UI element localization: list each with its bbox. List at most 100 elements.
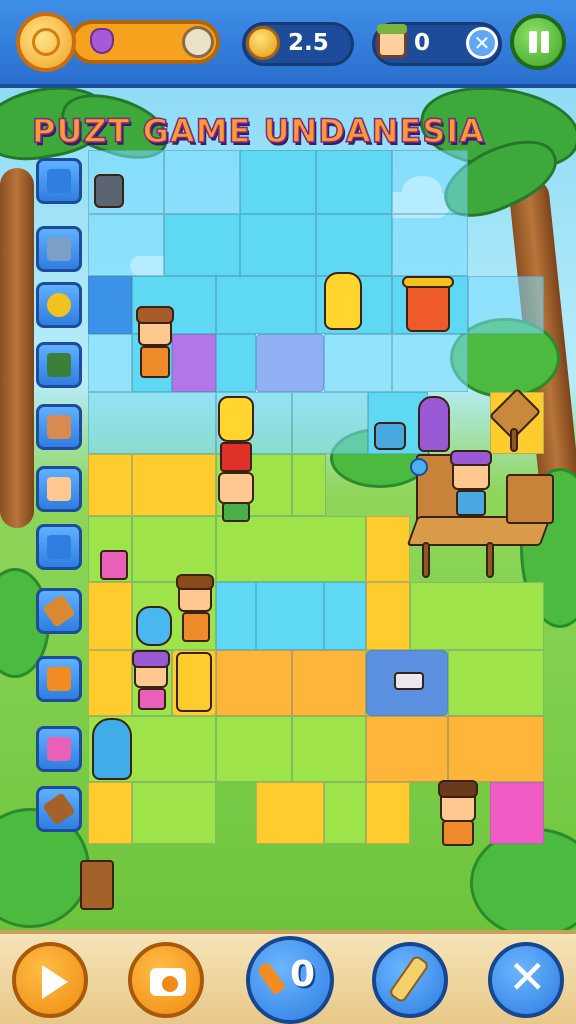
close-icon[interactable]: ✕: [466, 27, 498, 59]
blue-spiky-creature[interactable]: [134, 604, 174, 648]
grid-cell[interactable]: [410, 582, 544, 650]
plank-icon: [47, 353, 71, 377]
villager-character[interactable]: [424, 780, 492, 850]
coin-count: 2.5: [288, 30, 329, 56]
grid-cell[interactable]: [366, 716, 448, 782]
grid-cell[interactable]: [366, 782, 410, 844]
grid-cell[interactable]: [448, 716, 544, 782]
grid-cell[interactable]: [88, 782, 132, 844]
close-icon: ✕: [508, 950, 547, 1004]
purple-creature[interactable]: [414, 396, 454, 454]
box: [100, 550, 128, 580]
grid-cell[interactable]: [216, 650, 292, 716]
grid-cell[interactable]: [324, 582, 366, 650]
villager-character[interactable]: [132, 306, 178, 390]
seated-character-body: [456, 490, 486, 516]
grid-cell[interactable]: [216, 334, 256, 392]
grid-cell[interactable]: [366, 516, 410, 582]
play-button[interactable]: [12, 942, 88, 1018]
grid-cell[interactable]: [88, 392, 216, 454]
grid-cell[interactable]: [88, 334, 132, 392]
grid-cell[interactable]: [164, 214, 240, 276]
table-leg: [486, 542, 494, 578]
character-body: [442, 820, 474, 846]
sidebar-item[interactable]: [36, 282, 82, 328]
grid-cell[interactable]: [256, 782, 324, 844]
grid-cell[interactable]: [490, 782, 544, 844]
grid-cell[interactable]: [324, 334, 392, 392]
yellow-block[interactable]: [174, 650, 214, 714]
sidebar-item[interactable]: [36, 588, 82, 634]
character-body: [138, 688, 166, 710]
grid-cell[interactable]: [256, 582, 324, 650]
grid-cell[interactable]: [240, 214, 316, 276]
grid-cell[interactable]: [292, 392, 368, 454]
creature-body: [324, 272, 362, 330]
grid-cell[interactable]: [292, 716, 366, 782]
grid-cell[interactable]: [292, 650, 366, 716]
sidebar-item[interactable]: [36, 726, 82, 772]
robot-block[interactable]: [88, 172, 132, 212]
grid-cell[interactable]: [448, 650, 544, 716]
basket: [80, 860, 114, 910]
grid-cell[interactable]: [256, 334, 324, 392]
sidebar-item[interactable]: [36, 466, 82, 512]
sidebar-item[interactable]: [36, 404, 82, 450]
camera-button[interactable]: [128, 942, 204, 1018]
blank-tile-icon: [47, 535, 71, 559]
villager-character[interactable]: [130, 650, 174, 714]
blue-ghost-creature[interactable]: [88, 716, 136, 782]
small-robot[interactable]: [370, 418, 410, 454]
grid-cell[interactable]: [132, 454, 216, 516]
grid-cell[interactable]: [468, 276, 544, 334]
yellow-creature[interactable]: [318, 272, 368, 334]
grid-cell[interactable]: [392, 150, 468, 214]
grid-cell[interactable]: [172, 334, 216, 392]
wooden-sign[interactable]: [488, 387, 542, 454]
grid-cell[interactable]: [164, 150, 240, 214]
grid-cell[interactable]: [88, 454, 132, 516]
grid-cell[interactable]: [316, 214, 392, 276]
sidebar-item[interactable]: [36, 786, 82, 832]
grid-cell[interactable]: [324, 782, 366, 844]
grid-cell[interactable]: [392, 334, 468, 392]
grid-cell[interactable]: [316, 150, 392, 214]
grid-cell[interactable]: [240, 150, 316, 214]
blank-tile-icon: [47, 169, 71, 193]
grid-cell[interactable]: [88, 276, 132, 334]
character-body: [182, 612, 210, 642]
grid-cell[interactable]: [216, 276, 316, 334]
grid-cell[interactable]: [88, 214, 164, 276]
grid-cell[interactable]: [132, 516, 216, 582]
creature-body: [418, 396, 450, 452]
grid-cell[interactable]: [292, 454, 326, 516]
pink-box[interactable]: [100, 550, 128, 580]
sidebar-item[interactable]: [36, 342, 82, 388]
sidebar-item[interactable]: [36, 226, 82, 272]
grid-cell[interactable]: [366, 582, 410, 650]
character-body: [222, 502, 250, 522]
basket-body: [80, 860, 114, 910]
tool-tile[interactable]: [368, 650, 448, 714]
grid-cell[interactable]: [216, 582, 256, 650]
grid-cell[interactable]: [132, 782, 216, 844]
villager-character[interactable]: [174, 574, 218, 648]
coin-icon: [246, 26, 280, 60]
stacked-characters[interactable]: [212, 396, 260, 526]
sidebar-item[interactable]: [36, 656, 82, 702]
orange-creature[interactable]: [402, 276, 454, 334]
player-face-icon: [377, 24, 407, 58]
character-hair: [438, 780, 478, 798]
grid-cell[interactable]: [216, 716, 292, 782]
seated-character-hair: [450, 450, 492, 466]
wood-icon: [42, 792, 76, 826]
blue-orb[interactable]: [410, 458, 428, 476]
sidebar-item[interactable]: [36, 524, 82, 570]
grid-cell[interactable]: [392, 214, 468, 276]
pause-button[interactable]: [510, 14, 566, 70]
grid-cell[interactable]: [88, 582, 132, 650]
grid-cell[interactable]: [88, 650, 132, 716]
sun-icon[interactable]: [16, 12, 76, 72]
sidebar-item[interactable]: [36, 158, 82, 204]
bench-scene[interactable]: [406, 450, 556, 582]
